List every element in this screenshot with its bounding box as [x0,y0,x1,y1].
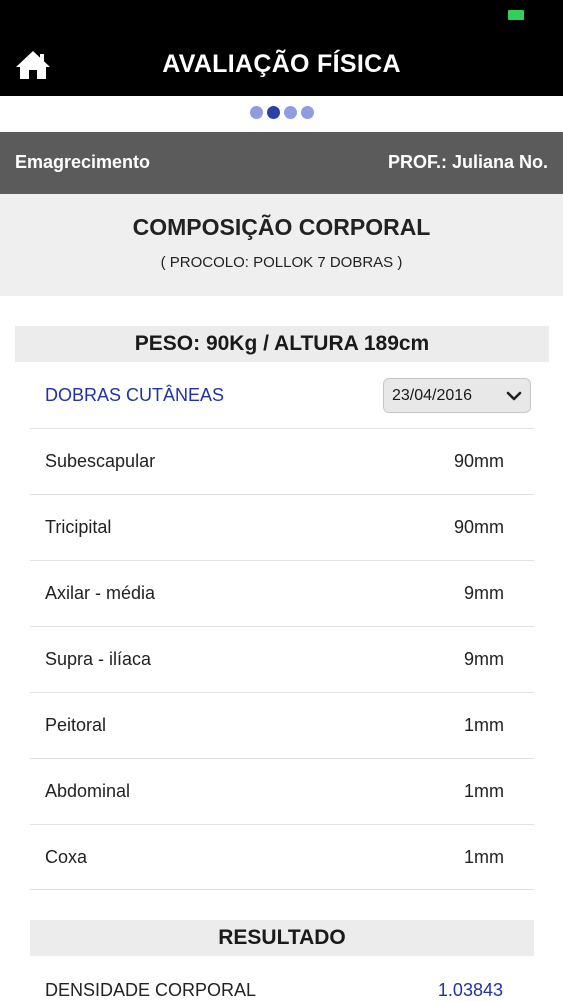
section-title: COMPOSIÇÃO CORPORAL [132,214,431,240]
list-item: Axilar - média 9mm [30,560,534,626]
page-dot-2[interactable] [266,106,280,119]
skinfold-value: 1mm [464,847,504,867]
goal-label: Emagrecimento [15,152,151,172]
info-bar: Emagrecimento PROF.: Juliana No. [0,132,563,194]
skinfold-value: 90mm [453,451,504,471]
skinfold-name: Subescapular [45,451,156,471]
list-item: Subescapular 90mm [30,428,534,494]
skinfold-value: 90mm [453,517,504,537]
top-bar: AVALIAÇÃO FÍSICA [0,0,563,96]
list-item: Tricipital 90mm [30,494,534,560]
skinfold-name: Supra - ilíaca [45,649,152,669]
skinfold-value: 1mm [464,715,504,735]
skinfold-value: 1mm [464,781,504,801]
skinfold-list: Subescapular 90mm Tricipital 90mm Axilar… [30,428,534,890]
date-select-value: 23/04/2016 [392,387,473,404]
skinfold-name: Peitoral [45,715,107,735]
battery-icon [508,10,524,20]
skinfold-name: Tricipital [45,517,112,537]
page-dot-4[interactable] [300,106,314,119]
skinfolds-label: DOBRAS CUTÂNEAS [45,385,225,405]
density-label: DENSIDADE CORPORAL [45,980,257,1000]
list-item: Abdominal 1mm [30,758,534,824]
page-title: AVALIAÇÃO FÍSICA [162,50,401,78]
page-dot-1[interactable] [249,106,263,119]
skinfold-value: 9mm [464,649,504,669]
section-subtitle: ( PROCOLO: POLLOK 7 DOBRAS ) [160,254,403,271]
result-header: RESULTADO [30,920,534,956]
professor-label: PROF.: Juliana No. [387,152,548,172]
list-item: Coxa 1mm [30,824,534,890]
section-header: COMPOSIÇÃO CORPORAL ( PROCOLO: POLLOK 7 … [0,194,563,296]
page-indicator [0,106,563,120]
chevron-down-icon [506,391,522,401]
skinfold-name: Coxa [45,847,88,867]
date-select[interactable]: 23/04/2016 [383,378,531,413]
page-dot-3[interactable] [283,106,297,119]
skinfold-name: Abdominal [45,781,131,801]
skinfold-name: Axilar - média [45,583,156,603]
density-value: 1.03843 [437,980,503,1000]
list-item: Peitoral 1mm [30,692,534,758]
weight-height-bar: PESO: 90Kg / ALTURA 189cm [15,326,549,362]
skinfold-value: 9mm [464,583,504,603]
list-item: Supra - ilíaca 9mm [30,626,534,692]
